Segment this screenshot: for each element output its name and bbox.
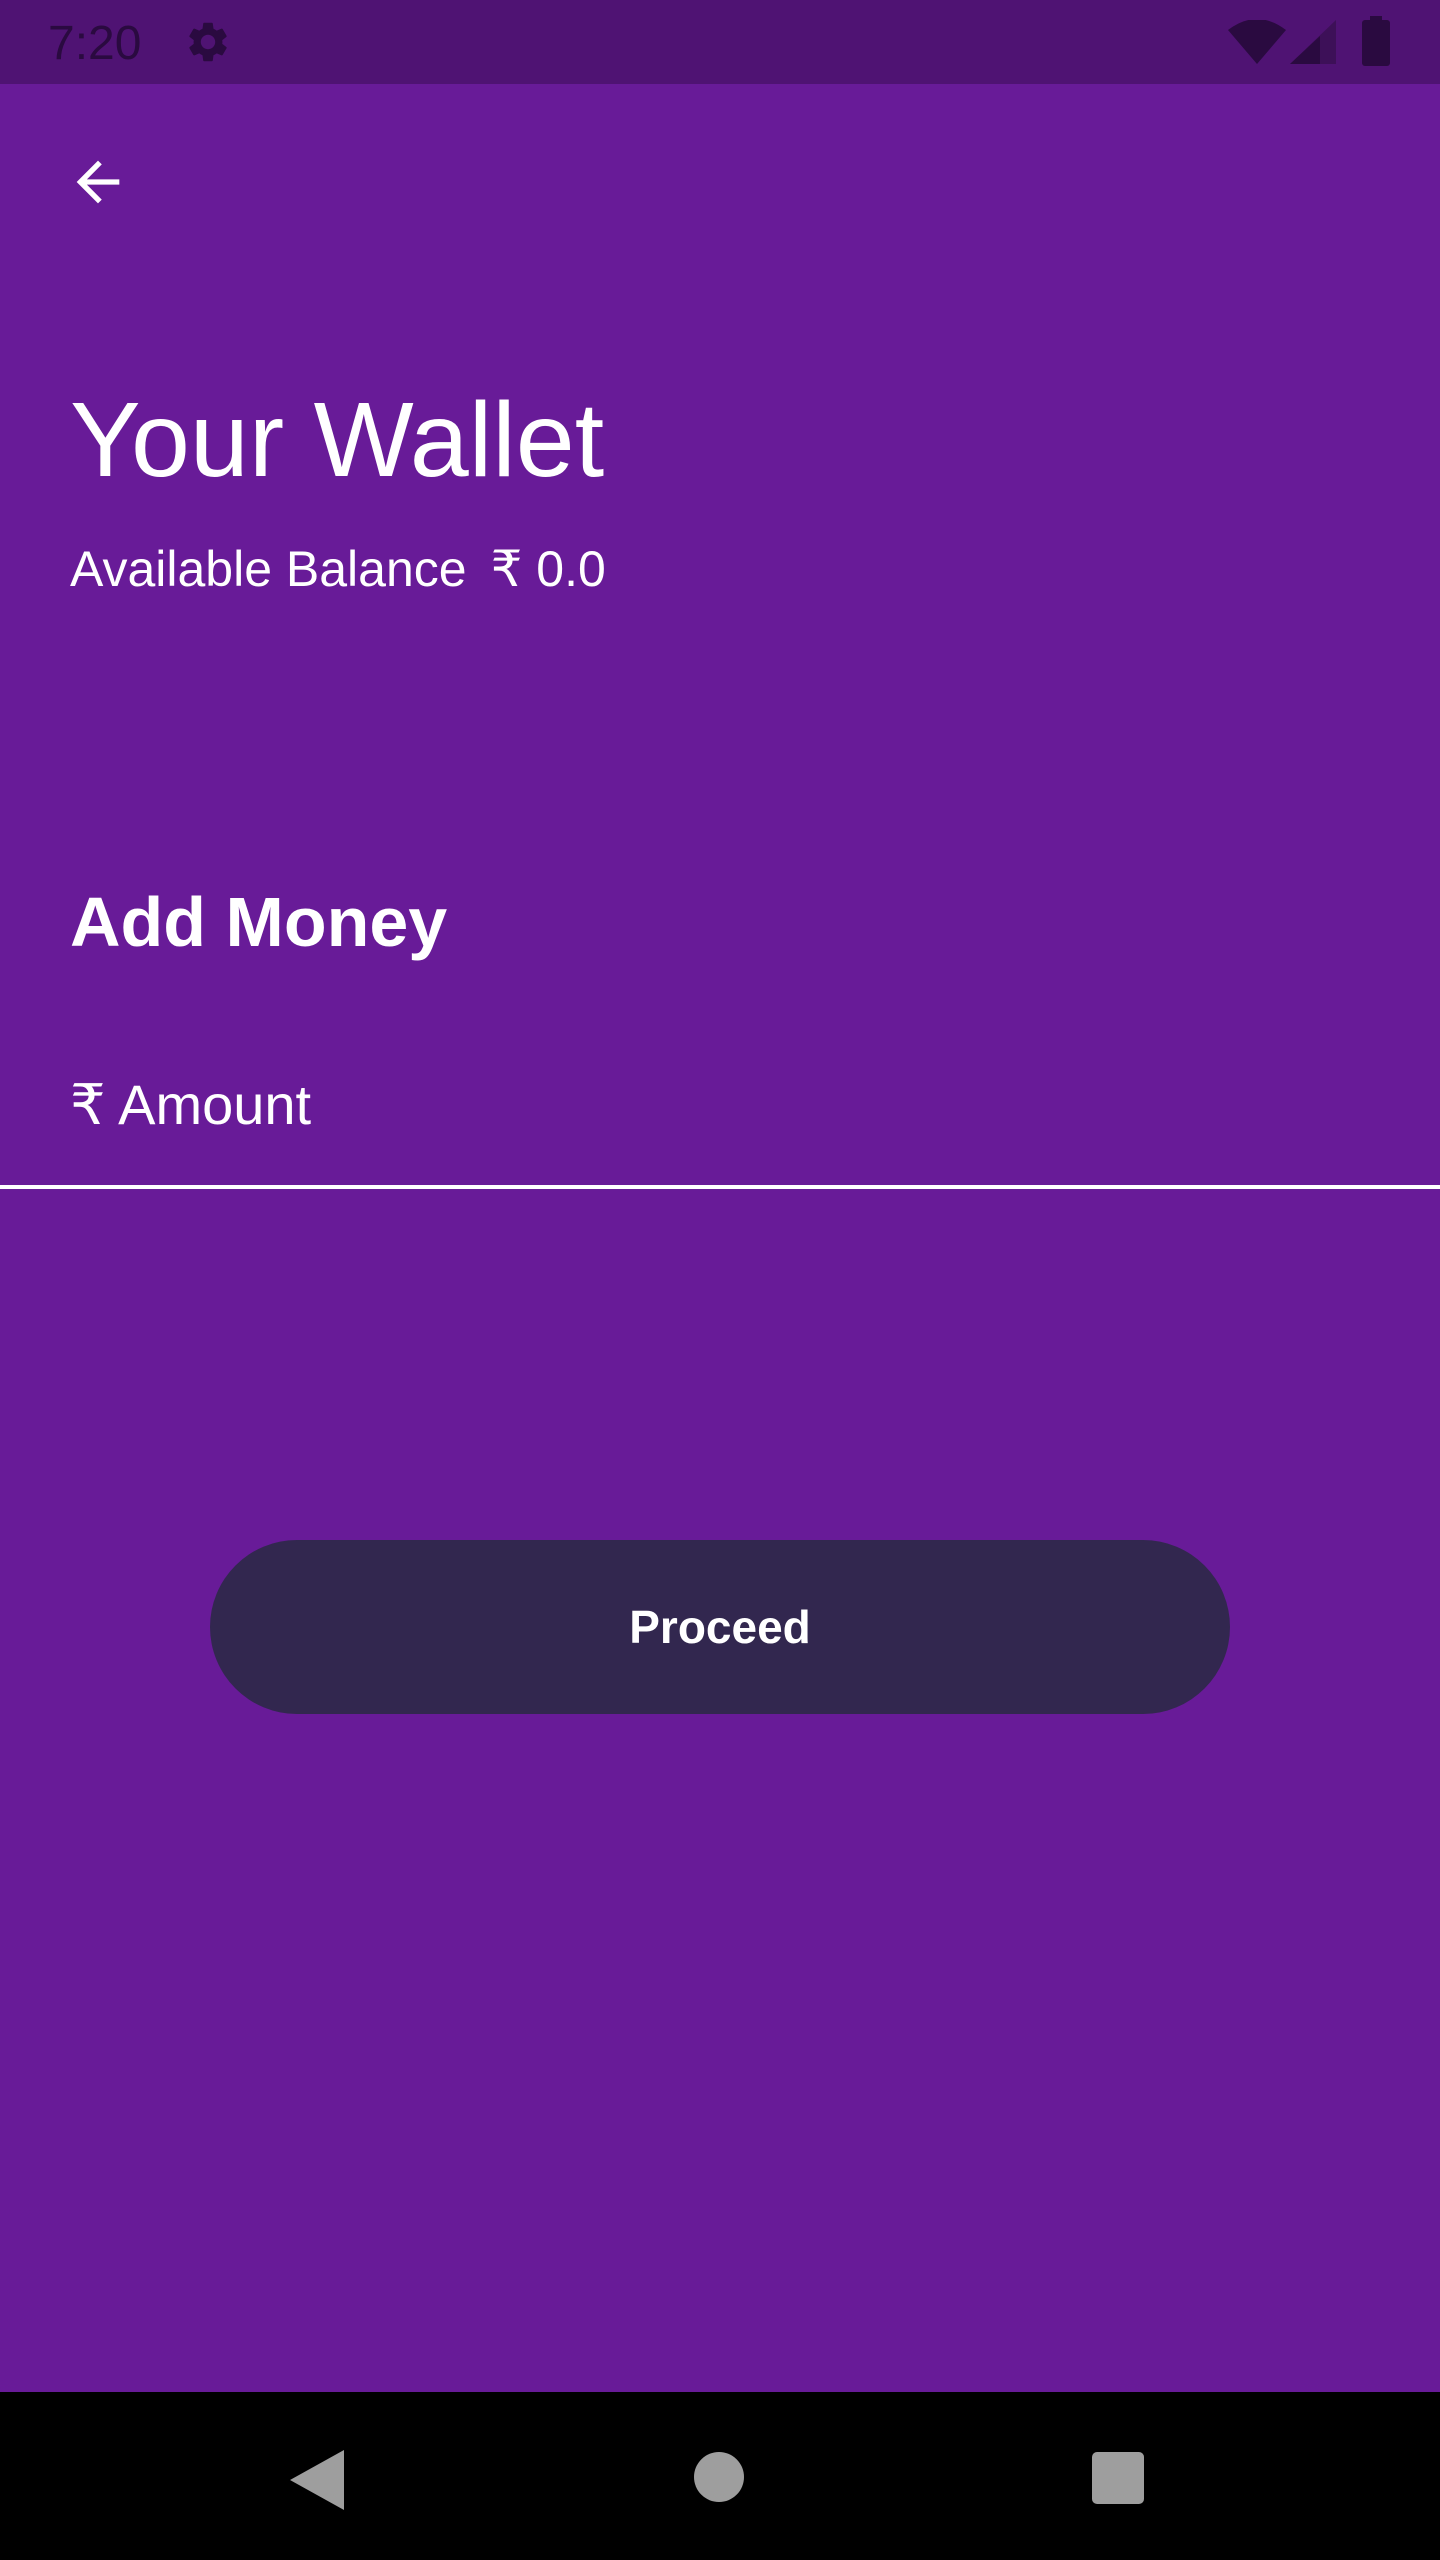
page-title: Your Wallet [70,381,605,499]
signal-icon [1290,20,1336,64]
balance-row: Available Balance ₹ 0.0 [70,540,606,598]
status-bar: 7:20 [0,0,1440,84]
balance-value: ₹ 0.0 [490,541,606,597]
battery-icon [1362,16,1390,66]
amount-underline [0,1185,1440,1189]
add-money-title: Add Money [70,883,448,961]
balance-label: Available Balance [70,541,467,597]
gear-icon [189,22,227,62]
navigation-bar [0,2392,1440,2560]
nav-back-icon[interactable] [290,2450,344,2510]
proceed-button[interactable]: Proceed [210,1540,1230,1714]
arrow-back-icon [76,160,120,204]
wallet-screen: 7:20 Your Wallet Available Balance ₹ 0.0… [0,0,1440,2560]
amount-input[interactable] [70,1064,1370,1144]
wifi-icon [1228,20,1286,64]
status-time: 7:20 [48,17,142,70]
nav-home-icon[interactable] [694,2452,744,2502]
amount-field[interactable] [0,1050,1440,1190]
back-button[interactable] [56,140,140,224]
nav-recents-icon[interactable] [1092,2452,1144,2504]
